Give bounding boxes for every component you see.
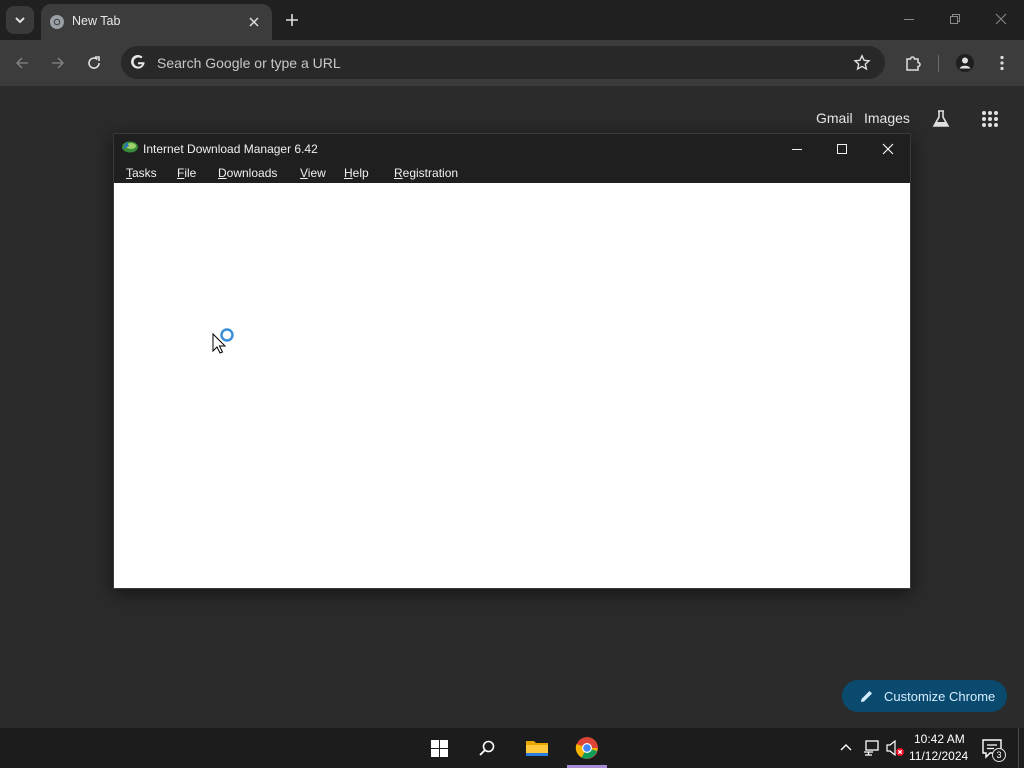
restore-icon	[950, 14, 960, 24]
toolbar-separator	[938, 55, 939, 72]
taskbar-search-button[interactable]	[471, 732, 503, 764]
menu-label-rest: egistration	[402, 166, 459, 180]
customize-chrome-button[interactable]: Customize Chrome	[842, 680, 1007, 712]
show-desktop-button[interactable]	[1018, 728, 1024, 768]
bookmark-star-icon[interactable]	[853, 54, 871, 72]
idm-menu-view[interactable]: View	[300, 166, 326, 180]
new-tab-button[interactable]	[281, 9, 303, 31]
start-button[interactable]	[423, 732, 455, 764]
file-explorer-button[interactable]	[521, 732, 553, 764]
idm-window-title: Internet Download Manager 6.42	[143, 142, 318, 156]
tab-close-button[interactable]	[244, 12, 264, 32]
minimize-button[interactable]	[896, 6, 922, 32]
idm-maximize-button[interactable]	[827, 138, 857, 160]
extensions-button[interactable]	[900, 50, 926, 76]
avatar-icon	[956, 54, 974, 72]
windows-logo-icon	[430, 739, 448, 757]
apps-grid-icon	[982, 111, 998, 127]
tab-new-tab[interactable]: New Tab	[41, 4, 272, 40]
menu-label-rest: ownloads	[226, 166, 278, 180]
menu-label-rest: asks	[132, 166, 157, 180]
search-icon	[479, 740, 495, 756]
menu-mnemonic: V	[300, 166, 308, 180]
menu-mnemonic: H	[344, 166, 353, 180]
maximize-icon	[837, 144, 847, 154]
profile-button[interactable]	[952, 50, 978, 76]
clock-time[interactable]: 10:42 AM	[914, 732, 965, 746]
browser-toolbar: Search Google or type a URL	[0, 40, 1024, 86]
chrome-taskbar-button[interactable]	[571, 732, 603, 764]
idm-logo-icon	[122, 141, 138, 153]
search-input[interactable]: Search Google or type a URL	[157, 55, 341, 71]
network-icon[interactable]	[862, 739, 880, 757]
menu-label-rest: iew	[307, 166, 326, 180]
chrome-menu-button[interactable]	[990, 50, 1014, 76]
folder-icon	[526, 741, 548, 756]
puzzle-icon	[906, 56, 921, 71]
close-icon	[249, 17, 259, 27]
menu-label-rest: ile	[184, 166, 197, 180]
customize-chrome-label: Customize Chrome	[884, 688, 996, 704]
reload-icon	[88, 56, 100, 69]
chevron-up-icon[interactable]	[838, 740, 854, 756]
taskbar: 10:42 AM 11/12/2024 3	[0, 728, 1024, 768]
busy-cursor-icon	[212, 328, 234, 354]
idm-title-bar[interactable]: Internet Download Manager 6.42	[114, 134, 910, 162]
tab-strip: New Tab	[0, 0, 1024, 40]
tab-title: New Tab	[72, 14, 121, 28]
pencil-icon	[861, 691, 872, 702]
google-apps-button[interactable]	[977, 106, 1003, 132]
restore-button[interactable]	[942, 6, 968, 32]
google-g-icon	[131, 55, 145, 69]
menu-mnemonic: R	[394, 166, 403, 180]
chevron-down-icon	[15, 17, 25, 24]
chrome-icon	[575, 737, 598, 759]
arrow-right-icon	[52, 57, 65, 69]
clock-date[interactable]: 11/12/2024	[909, 749, 968, 763]
idm-menu-file[interactable]: File	[177, 166, 196, 180]
idm-menu-registration[interactable]: Registration	[394, 166, 458, 180]
forward-button[interactable]	[45, 50, 71, 76]
chrome-icon	[50, 15, 64, 29]
minimize-icon	[904, 19, 914, 20]
volume-muted-icon[interactable]	[885, 739, 905, 757]
idm-menu-help[interactable]: Help	[344, 166, 369, 180]
close-icon	[995, 13, 1007, 25]
menu-mnemonic: D	[218, 166, 227, 180]
plus-icon	[286, 14, 298, 26]
idm-menu-bar: Tasks File Downloads View Help Registrat…	[114, 162, 910, 183]
close-icon	[882, 143, 894, 155]
close-window-button[interactable]	[988, 6, 1014, 32]
labs-button[interactable]	[928, 106, 954, 132]
back-button[interactable]	[9, 50, 35, 76]
idm-client-area	[114, 183, 910, 588]
idm-minimize-button[interactable]	[782, 138, 812, 160]
images-link[interactable]: Images	[864, 110, 910, 126]
menu-label-rest: elp	[352, 166, 369, 180]
flask-icon	[932, 110, 950, 127]
gmail-link[interactable]: Gmail	[816, 110, 853, 126]
arrow-left-icon	[15, 57, 28, 69]
tab-search-button[interactable]	[6, 6, 34, 34]
idm-window: Internet Download Manager 6.42 Tasks Fil…	[113, 133, 911, 589]
idm-close-button[interactable]	[873, 138, 903, 160]
notification-count-badge: 3	[992, 748, 1006, 762]
idm-menu-downloads[interactable]: Downloads	[218, 166, 277, 180]
reload-button[interactable]	[81, 50, 107, 76]
omnibox[interactable]: Search Google or type a URL	[121, 46, 885, 79]
minimize-icon	[792, 149, 802, 150]
idm-menu-tasks[interactable]: Tasks	[126, 166, 157, 180]
kebab-menu-icon	[1000, 55, 1004, 71]
